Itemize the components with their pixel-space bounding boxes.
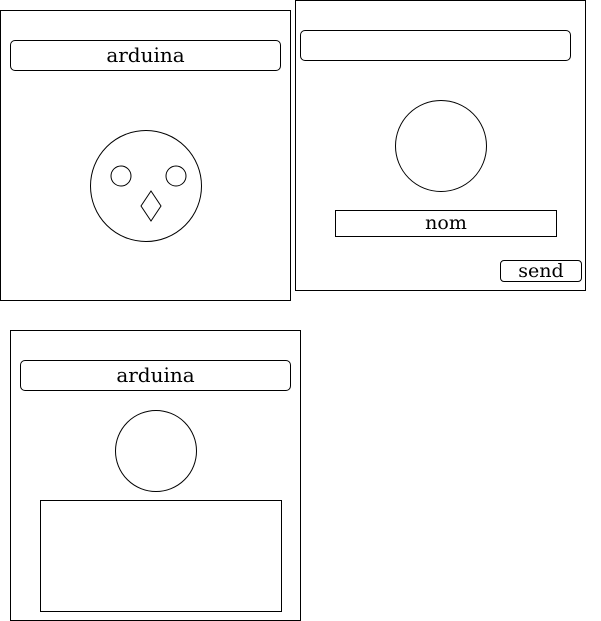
message-textarea[interactable] bbox=[40, 500, 282, 612]
send-button[interactable]: send bbox=[500, 260, 582, 282]
profile-title: arduina bbox=[10, 40, 281, 71]
owl-face-svg bbox=[110, 165, 187, 222]
left-eye bbox=[110, 165, 132, 187]
beak bbox=[140, 190, 162, 222]
avatar-placeholder-icon bbox=[115, 410, 197, 492]
right-eye bbox=[165, 165, 187, 187]
profile-card: arduina bbox=[0, 10, 291, 301]
name-field[interactable]: nom bbox=[335, 210, 557, 237]
edit-card: nom send bbox=[295, 0, 586, 291]
title-input[interactable] bbox=[300, 30, 571, 61]
owl-face-icon bbox=[90, 130, 202, 242]
message-card-title: arduina bbox=[20, 360, 291, 391]
message-card: arduina bbox=[10, 330, 301, 621]
avatar-placeholder-icon[interactable] bbox=[395, 100, 487, 192]
